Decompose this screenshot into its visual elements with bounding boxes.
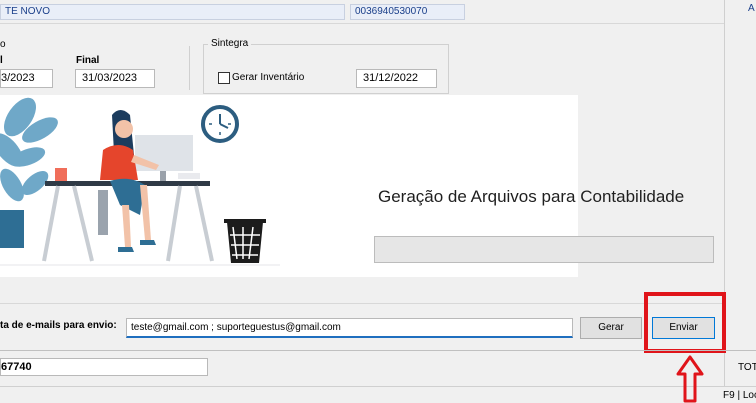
- period-group-title: o: [0, 39, 6, 50]
- main-heading: Geração de Arquivos para Contabilidade: [378, 187, 685, 206]
- email-list-label: ta de e-mails para envio:: [0, 320, 117, 331]
- final-date-input[interactable]: 31/03/2023: [75, 69, 155, 88]
- inventory-date-input[interactable]: 31/12/2022: [356, 69, 437, 88]
- generate-button[interactable]: Gerar: [580, 317, 642, 339]
- plant-pot: [0, 210, 24, 248]
- total-label: TOTA: [738, 362, 756, 373]
- clock-icon: [201, 105, 239, 143]
- right-edge-char: A: [748, 3, 755, 14]
- send-button-highlight: [644, 292, 726, 353]
- bottom-divider: [0, 350, 756, 351]
- email-row-divider: [0, 303, 724, 304]
- progress-bar: [374, 236, 714, 263]
- trash-basket-icon: [224, 219, 266, 263]
- plant-icon: [0, 97, 58, 202]
- mug-icon: [55, 168, 67, 181]
- inventory-checkbox[interactable]: [218, 72, 230, 84]
- status-bar: [0, 386, 756, 403]
- initial-date-input[interactable]: 3/2023: [0, 69, 53, 88]
- initial-date-label: l: [0, 55, 3, 66]
- status-bar-text: F9 | Loc: [723, 390, 756, 401]
- client-name-field[interactable]: TE NOVO: [0, 4, 345, 20]
- final-date-label: Final: [76, 55, 100, 66]
- sintegra-title: Sintegra: [208, 38, 252, 49]
- code-field[interactable]: 67740: [0, 358, 208, 376]
- arrow-up-icon: [676, 355, 704, 403]
- inventory-label[interactable]: Gerar Inventário: [232, 72, 304, 83]
- email-list-input[interactable]: teste@gmail.com ; suporteguestus@gmail.c…: [126, 318, 573, 338]
- shirt: [100, 145, 138, 180]
- client-code-field[interactable]: 0036940530070: [350, 4, 465, 20]
